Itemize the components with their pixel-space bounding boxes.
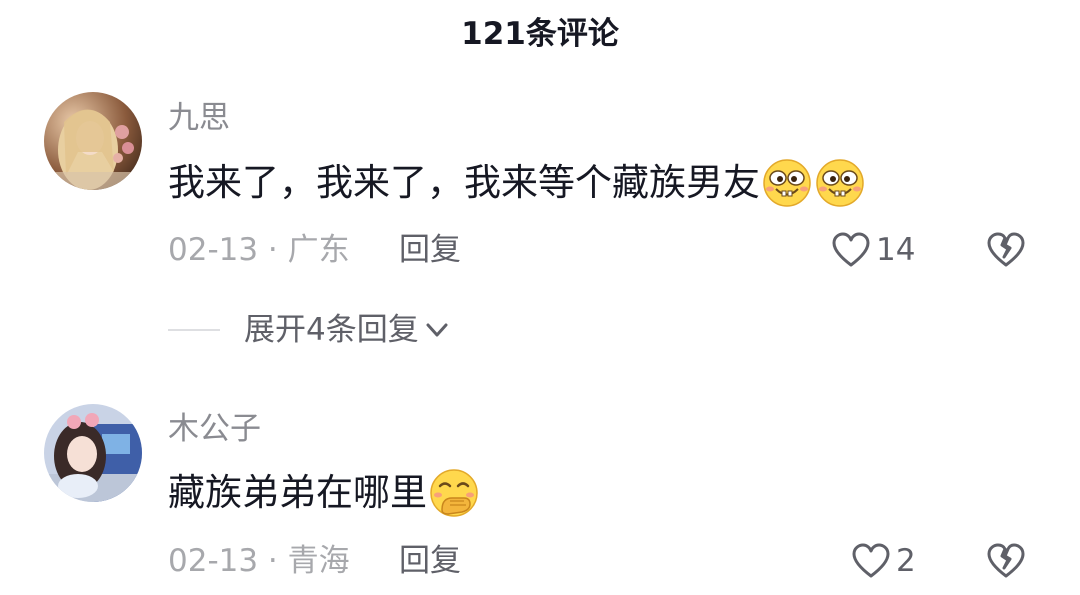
heart-outline-icon [852, 543, 890, 578]
expand-divider [168, 329, 220, 331]
chevron-down-icon [426, 323, 448, 337]
comment-date-location: 02-13 · 青海 [168, 543, 350, 579]
comment-count-title: 121条评论 [461, 16, 619, 52]
broken-heart-icon[interactable] [986, 230, 1026, 270]
comments-panel: 121条评论 九思 我来了，我来了，我来等个藏族男友 02-13 · 广东 回复… [0, 0, 1080, 595]
username[interactable]: 木公子 [168, 409, 261, 449]
comment-body: 藏族弟弟在哪里 [168, 471, 427, 514]
like-count: 2 [896, 543, 916, 579]
avatar[interactable] [44, 404, 142, 502]
hand-over-mouth-emoji-icon [428, 468, 480, 518]
broken-heart-icon[interactable] [986, 541, 1026, 581]
reply-button[interactable]: 回复 [399, 541, 461, 581]
smirk-grin-emoji-icon [814, 158, 866, 208]
comment-text: 我来了，我来了，我来等个藏族男友 [168, 158, 866, 208]
comment-body: 我来了，我来了，我来等个藏族男友 [168, 161, 760, 204]
username[interactable]: 九思 [168, 98, 230, 138]
avatar[interactable] [44, 92, 142, 190]
comment-text: 藏族弟弟在哪里 [168, 468, 480, 518]
comment-date-location: 02-13 · 广东 [168, 232, 350, 268]
like-count: 14 [876, 232, 916, 268]
like-button[interactable]: 2 [852, 541, 916, 581]
heart-outline-icon [832, 232, 870, 267]
smirk-grin-emoji-icon [761, 158, 813, 208]
like-button[interactable]: 14 [832, 230, 915, 270]
expand-replies-label: 展开4条回复 [244, 312, 419, 348]
reply-button[interactable]: 回复 [399, 230, 461, 270]
expand-replies-button[interactable]: 展开4条回复 [244, 310, 451, 350]
